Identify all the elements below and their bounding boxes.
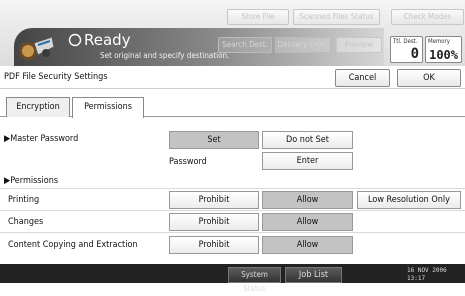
search-dest-button[interactable]: Search Dest. xyxy=(218,37,272,53)
memory-value: 100% xyxy=(429,48,458,62)
memory-label: Memory xyxy=(428,38,450,45)
password-enter-button[interactable]: Enter xyxy=(262,152,353,170)
printing-allow-button[interactable]: Allow xyxy=(262,191,353,209)
content-copying-label: Content Copying and Extraction xyxy=(8,240,138,250)
memory-indicator: Memory 100% xyxy=(425,36,462,63)
check-modes-button[interactable]: Check Modes xyxy=(391,9,464,25)
master-password-label: ▶Master Password xyxy=(4,134,79,144)
delivery-dest-button[interactable]: Delivery Dest. xyxy=(275,37,331,53)
content-copying-prohibit-button[interactable]: Prohibit xyxy=(169,236,259,254)
total-dest-value: 0 xyxy=(410,46,419,62)
scanner-mascot-icon xyxy=(19,36,55,60)
cancel-button[interactable]: Cancel xyxy=(335,69,390,87)
system-status-button[interactable]: System Status xyxy=(228,267,281,293)
total-destination-counter: Ttl. Dest. 0 xyxy=(390,36,423,63)
master-password-do-not-set-button[interactable]: Do not Set xyxy=(262,131,353,149)
dialog-title: PDF File Security Settings xyxy=(4,72,108,82)
preview-button[interactable]: Preview xyxy=(336,37,382,53)
store-file-button[interactable]: Store File xyxy=(227,9,289,25)
ok-button[interactable]: OK xyxy=(397,69,461,87)
ready-status-icon xyxy=(68,33,82,47)
printing-label: Printing xyxy=(8,195,40,205)
printing-low-resolution-button[interactable]: Low Resolution Only xyxy=(357,191,461,209)
time-display: 13:17 xyxy=(407,275,426,282)
master-password-set-button[interactable]: Set xyxy=(169,131,259,149)
scanned-files-status-button[interactable]: Scanned Files Status xyxy=(293,9,380,25)
tab-permissions[interactable]: Permissions xyxy=(72,97,144,118)
status-message: Set original and specify destination. xyxy=(100,51,230,60)
changes-prohibit-button[interactable]: Prohibit xyxy=(169,213,259,231)
divider xyxy=(0,210,465,211)
date-display: 16 NOV 2006 xyxy=(407,267,447,274)
total-dest-label: Ttl. Dest. xyxy=(393,38,418,45)
ready-status-text: Ready xyxy=(84,31,131,49)
printing-prohibit-button[interactable]: Prohibit xyxy=(169,191,259,209)
permissions-heading: ▶Permissions xyxy=(4,176,59,186)
divider xyxy=(0,188,465,189)
tab-encryption[interactable]: Encryption xyxy=(6,97,70,117)
changes-allow-button[interactable]: Allow xyxy=(262,213,353,231)
password-label: Password xyxy=(169,157,207,167)
divider xyxy=(0,232,465,233)
job-list-button[interactable]: Job List xyxy=(285,267,342,283)
changes-label: Changes xyxy=(8,217,44,227)
content-copying-allow-button[interactable]: Allow xyxy=(262,236,353,254)
